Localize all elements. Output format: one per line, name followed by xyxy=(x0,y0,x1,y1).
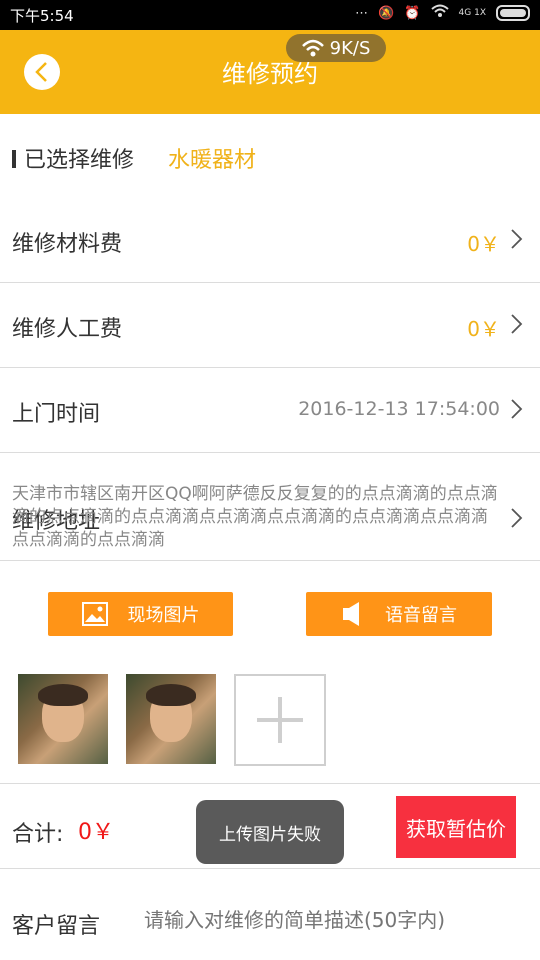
dnd-icon: ⋯ xyxy=(355,5,369,21)
chevron-right-icon xyxy=(511,399,523,419)
battery-icon xyxy=(496,5,530,21)
site-photo-button[interactable]: 现场图片 xyxy=(48,592,233,636)
add-photo-button[interactable] xyxy=(234,674,326,766)
image-icon xyxy=(81,602,108,626)
get-estimate-button[interactable]: 获取暂估价 xyxy=(396,796,516,858)
chevron-right-icon xyxy=(511,314,523,334)
selected-repair-label: 已选择维修 xyxy=(24,148,135,173)
photo-thumbnail[interactable] xyxy=(126,674,216,764)
divider xyxy=(0,783,540,784)
speed-value: 9K/S xyxy=(329,37,371,59)
voice-message-label: 语音留言 xyxy=(385,605,457,626)
labor-fee-label: 维修人工费 xyxy=(12,317,123,342)
mute-icon: 🔕 xyxy=(378,5,395,21)
chevron-right-icon xyxy=(511,229,523,249)
labor-fee-row[interactable]: 维修人工费 0￥ xyxy=(0,283,540,368)
labor-fee-value: 0￥ xyxy=(467,317,500,341)
page-title: 维修预约 xyxy=(222,60,318,88)
selected-repair: 已选择维修 水暖器材 xyxy=(0,114,540,198)
photo-thumbnail[interactable] xyxy=(18,674,108,764)
status-time: 下午5:54 xyxy=(10,7,74,25)
visit-time-label: 上门时间 xyxy=(12,402,101,427)
wifi-icon xyxy=(301,39,324,57)
site-photo-label: 现场图片 xyxy=(127,605,200,626)
toast-message: 上传图片失败 xyxy=(196,800,344,864)
photo-hair xyxy=(146,684,196,706)
speaker-icon xyxy=(343,602,359,626)
address-value: 天津市市辖区南开区QQ啊阿萨德反反复复的的点点滴滴的点点滴滴的点点滴滴的点点滴滴… xyxy=(12,484,498,550)
visit-time-row[interactable]: 上门时间 2016-12-13 17:54:00 xyxy=(0,368,540,453)
divider xyxy=(0,868,540,869)
alarm-icon: ⏰ xyxy=(404,5,421,21)
status-bar: 下午5:54 ⋯ 🔕 ⏰ 4G 1X xyxy=(0,0,540,30)
total-label: 合计: xyxy=(12,822,64,847)
material-fee-value: 0￥ xyxy=(467,232,500,256)
status-icons: ⋯ 🔕 ⏰ 4G 1X xyxy=(355,4,530,22)
network-speed-badge: 9K/S xyxy=(286,34,386,62)
address-row[interactable]: 维修地址 天津市市辖区南开区QQ啊阿萨德反反复复的的点点滴滴的点点滴滴的点点滴滴… xyxy=(0,453,540,561)
material-fee-label: 维修材料费 xyxy=(12,232,123,257)
visit-time-value: 2016-12-13 17:54:00 xyxy=(298,398,500,420)
wifi-icon xyxy=(430,4,449,22)
total-value: 0￥ xyxy=(78,820,114,845)
photo-hair xyxy=(38,684,88,706)
chevron-right-icon xyxy=(511,508,523,528)
voice-message-button[interactable]: 语音留言 xyxy=(306,592,492,636)
network-label: 4G 1X xyxy=(458,8,486,18)
section-marker xyxy=(12,150,16,168)
customer-message-label: 客户留言 xyxy=(12,914,101,939)
selected-repair-value: 水暖器材 xyxy=(168,148,257,173)
app-header: 维修预约 9K/S xyxy=(0,30,540,114)
material-fee-row[interactable]: 维修材料费 0￥ xyxy=(0,198,540,283)
plus-icon xyxy=(257,697,303,743)
customer-message-input[interactable] xyxy=(144,908,534,932)
